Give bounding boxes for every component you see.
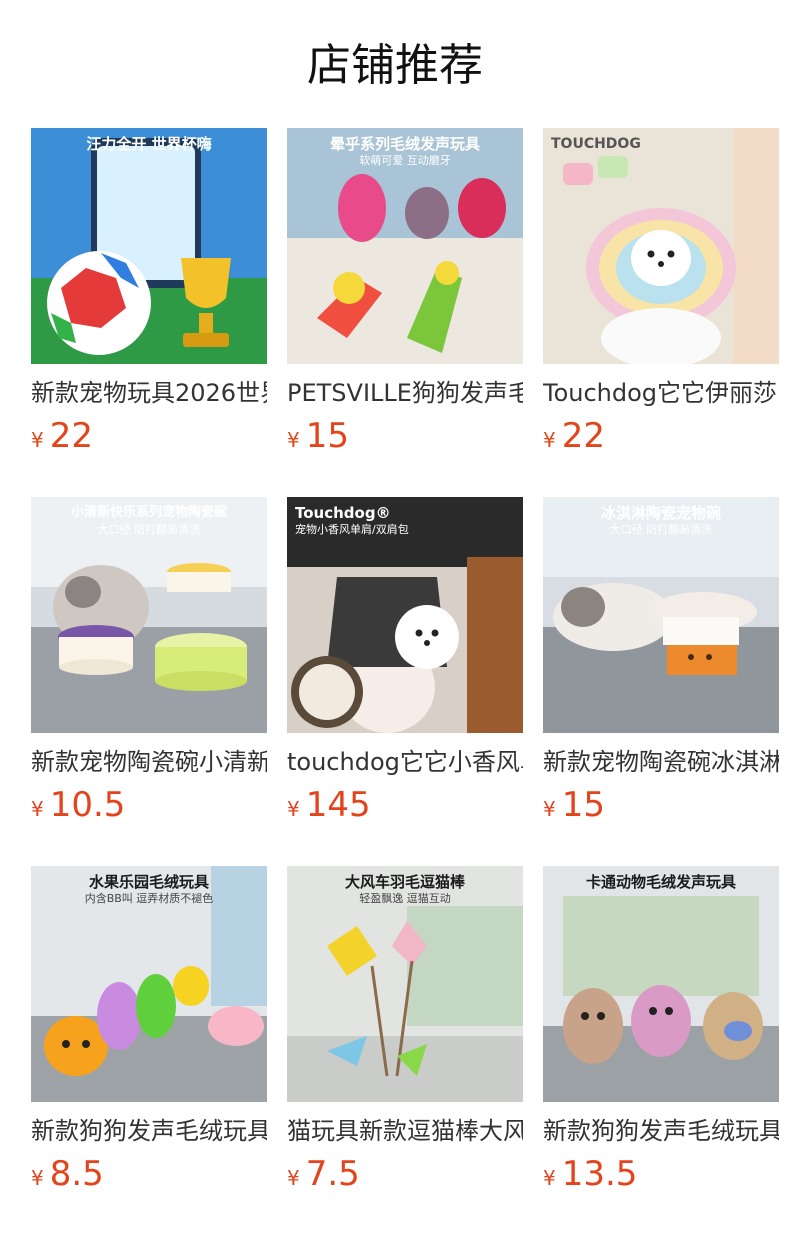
product-card[interactable]: 小清新快乐系列宠物陶瓷碗 大口径 防打翻易清洗 新款宠物陶瓷碗小清新快乐 ¥10… (31, 497, 267, 866)
image-subcaption: 宠物小香风单肩/双肩包 (295, 523, 409, 536)
currency-symbol: ¥ (543, 1166, 556, 1190)
product-card[interactable]: TOUCHDOG Touchdog它它伊丽莎白圈 ¥22 (543, 128, 779, 497)
page-title: 店铺推荐 (307, 40, 483, 91)
product-title[interactable]: PETSVILLE狗狗发声毛绒玩具 (287, 376, 523, 410)
product-card[interactable]: 冰淇淋陶瓷宠物碗 大口径 防打翻易清洗 新款宠物陶瓷碗冰淇淋 ¥15 (543, 497, 779, 866)
product-title[interactable]: 新款狗狗发声毛绒玩具卡通 (543, 1114, 779, 1148)
price-row: ¥15 (287, 414, 523, 458)
product-price: 13.5 (561, 1154, 638, 1194)
price-row: ¥10.5 (31, 783, 267, 827)
price-row: ¥8.5 (31, 1152, 267, 1196)
soccer-ball-trophy-image (31, 128, 267, 364)
price-row: ¥22 (31, 414, 267, 458)
dog-collar-image (543, 128, 779, 364)
product-card[interactable]: Touchdog® 宠物小香风单肩/双肩包 touchdog它它小香风单肩包 ¥… (287, 497, 523, 866)
product-price: 15 (305, 416, 349, 456)
product-image[interactable]: TOUCHDOG (543, 128, 779, 364)
image-caption: 冰淇淋陶瓷宠物碗 (600, 504, 721, 522)
product-price: 8.5 (49, 1154, 104, 1194)
product-price: 7.5 (305, 1154, 360, 1194)
image-caption: 卡通动物毛绒发声玩具 (585, 873, 736, 891)
product-card[interactable]: 大风车羽毛逗猫棒 轻盈飘逸 逗猫互动 猫玩具新款逗猫棒大风车 ¥7.5 (287, 866, 523, 1235)
image-caption: 大风车羽毛逗猫棒 (344, 873, 465, 891)
image-caption: 水果乐园毛绒玩具 (88, 873, 209, 891)
currency-symbol: ¥ (31, 428, 44, 452)
image-subcaption: 内含BB叫 逗弄材质不褪色 (84, 892, 214, 905)
product-card[interactable]: 汪力全开 世界杯嗨 新款宠物玩具2026世界杯嗨 ¥22 (31, 128, 267, 497)
product-price: 22 (49, 416, 93, 456)
image-caption: Touchdog® (295, 504, 391, 522)
price-row: ¥13.5 (543, 1152, 779, 1196)
product-title[interactable]: Touchdog它它伊丽莎白圈 (543, 376, 779, 410)
currency-symbol: ¥ (287, 797, 300, 821)
product-card[interactable]: 水果乐园毛绒玩具 内含BB叫 逗弄材质不褪色 新款狗狗发声毛绒玩具水果 ¥8.5 (31, 866, 267, 1235)
image-subcaption: 软萌可爱 互动磨牙 (359, 154, 451, 167)
product-title[interactable]: 猫玩具新款逗猫棒大风车 (287, 1114, 523, 1148)
product-image[interactable]: 晕乎系列毛绒发声玩具 软萌可爱 互动磨牙 (287, 128, 523, 364)
image-caption: 晕乎系列毛绒发声玩具 (329, 135, 480, 153)
product-title[interactable]: 新款宠物陶瓷碗小清新快乐 (31, 745, 267, 779)
image-caption: TOUCHDOG (551, 136, 641, 152)
currency-symbol: ¥ (287, 428, 300, 452)
product-image[interactable]: Touchdog® 宠物小香风单肩/双肩包 (287, 497, 523, 733)
currency-symbol: ¥ (31, 797, 44, 821)
product-price: 15 (561, 785, 605, 825)
product-title[interactable]: touchdog它它小香风单肩包 (287, 745, 523, 779)
price-row: ¥22 (543, 414, 779, 458)
currency-symbol: ¥ (31, 1166, 44, 1190)
product-image[interactable]: 卡通动物毛绒发声玩具 (543, 866, 779, 1102)
product-image[interactable]: 小清新快乐系列宠物陶瓷碗 大口径 防打翻易清洗 (31, 497, 267, 733)
product-image[interactable]: 冰淇淋陶瓷宠物碗 大口径 防打翻易清洗 (543, 497, 779, 733)
price-row: ¥7.5 (287, 1152, 523, 1196)
product-title[interactable]: 新款狗狗发声毛绒玩具水果 (31, 1114, 267, 1148)
image-subcaption: 轻盈飘逸 逗猫互动 (359, 892, 451, 905)
price-row: ¥145 (287, 783, 523, 827)
image-caption: 汪力全开 世界杯嗨 (86, 135, 212, 153)
product-card[interactable]: 晕乎系列毛绒发声玩具 软萌可爱 互动磨牙 PETSVILLE狗狗发声毛绒玩具 ¥… (287, 128, 523, 497)
product-card[interactable]: 卡通动物毛绒发声玩具 新款狗狗发声毛绒玩具卡通 ¥13.5 (543, 866, 779, 1235)
image-caption: 小清新快乐系列宠物陶瓷碗 (70, 505, 227, 520)
currency-symbol: ¥ (287, 1166, 300, 1190)
product-grid: 汪力全开 世界杯嗨 新款宠物玩具2026世界杯嗨 ¥22 晕乎系列毛绒发声玩具 … (31, 128, 779, 1235)
currency-symbol: ¥ (543, 428, 556, 452)
product-price: 22 (561, 416, 605, 456)
product-title[interactable]: 新款宠物陶瓷碗冰淇淋 (543, 745, 779, 779)
animal-plush-image (543, 866, 779, 1102)
product-image[interactable]: 大风车羽毛逗猫棒 轻盈飘逸 逗猫互动 (287, 866, 523, 1102)
product-price: 10.5 (49, 785, 126, 825)
image-subcaption: 大口径 防打翻易清洗 (97, 523, 201, 536)
product-image[interactable]: 汪力全开 世界杯嗨 (31, 128, 267, 364)
product-title[interactable]: 新款宠物玩具2026世界杯嗨 (31, 376, 267, 410)
image-subcaption: 大口径 防打翻易清洗 (609, 523, 713, 536)
price-row: ¥15 (543, 783, 779, 827)
currency-symbol: ¥ (543, 797, 556, 821)
product-image[interactable]: 水果乐园毛绒玩具 内含BB叫 逗弄材质不褪色 (31, 866, 267, 1102)
product-price: 145 (305, 785, 371, 825)
